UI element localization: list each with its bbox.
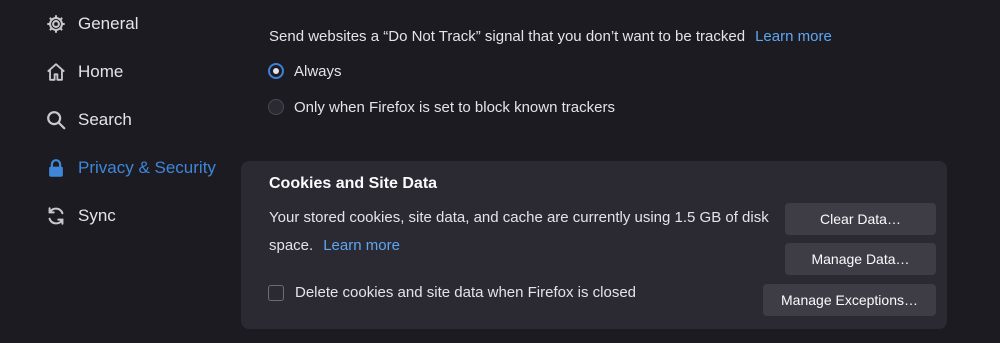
radio-label: Only when Firefox is set to block known … xyxy=(294,98,615,116)
dnt-option-always[interactable]: Always xyxy=(268,59,342,83)
cookies-description: Your stored cookies, site data, and cach… xyxy=(269,204,769,260)
sidebar-item-label: Search xyxy=(78,110,132,129)
sidebar-item-home[interactable]: Home xyxy=(44,54,123,90)
home-icon xyxy=(44,60,68,84)
cookies-learn-more-link[interactable]: Learn more xyxy=(323,237,400,254)
dnt-learn-more-link[interactable]: Learn more xyxy=(755,28,832,45)
search-icon xyxy=(44,108,68,132)
radio-button-checked[interactable] xyxy=(268,63,284,79)
delete-on-close-checkbox[interactable] xyxy=(268,284,284,301)
sync-icon xyxy=(44,204,68,228)
sidebar-item-general[interactable]: General xyxy=(44,6,138,42)
sidebar-item-label: Sync xyxy=(78,206,116,225)
sidebar-item-label: Home xyxy=(78,62,124,81)
clear-data-button[interactable]: Clear Data… xyxy=(785,203,936,235)
sidebar: General Home Search Privacy & Security S… xyxy=(0,0,240,343)
dnt-option-block-trackers[interactable]: Only when Firefox is set to block known … xyxy=(268,95,615,119)
section-title: Cookies and Site Data xyxy=(269,175,438,192)
preferences-window: General Home Search Privacy & Security S… xyxy=(0,0,1000,343)
sidebar-item-label: Privacy & Security xyxy=(78,158,216,177)
radio-label: Always xyxy=(294,62,342,80)
sidebar-item-sync[interactable]: Sync xyxy=(44,198,116,234)
gear-icon xyxy=(44,12,68,36)
lock-icon xyxy=(44,156,68,180)
checkbox-label: Delete cookies and site data when Firefo… xyxy=(295,284,637,301)
dnt-description: Send websites a “Do Not Track” signal th… xyxy=(269,28,832,45)
dnt-description-text: Send websites a “Do Not Track” signal th… xyxy=(269,28,746,45)
cookies-site-data-panel: Cookies and Site Data Your stored cookie… xyxy=(241,161,947,329)
sidebar-item-label: General xyxy=(78,14,139,33)
delete-on-close-option[interactable]: Delete cookies and site data when Firefo… xyxy=(268,284,636,301)
sidebar-item-search[interactable]: Search xyxy=(44,102,132,138)
manage-data-button[interactable]: Manage Data… xyxy=(785,243,936,275)
sidebar-item-privacy-security[interactable]: Privacy & Security xyxy=(44,150,216,186)
radio-button-unchecked[interactable] xyxy=(268,99,284,115)
manage-exceptions-button[interactable]: Manage Exceptions… xyxy=(763,284,936,316)
